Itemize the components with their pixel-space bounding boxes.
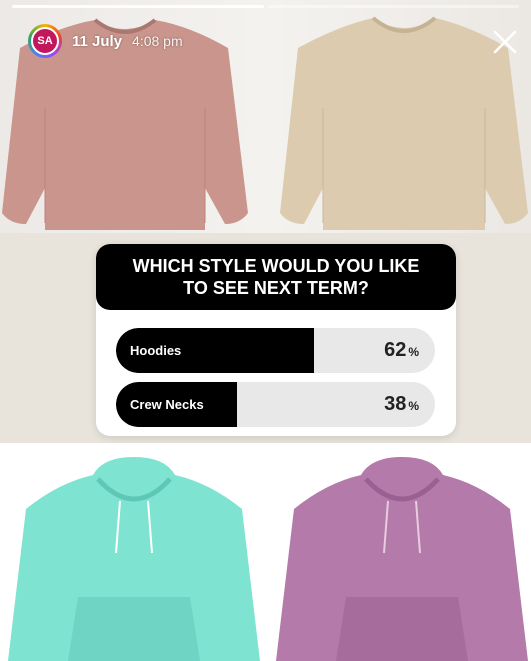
avatar-initials: SA: [37, 35, 53, 47]
poll-option-label: Crew Necks: [130, 397, 204, 412]
mauve-hoodie: [276, 457, 528, 661]
story-header: SA 11 July 4:08 pm: [28, 24, 183, 58]
poll-question: WHICH STYLE WOULD YOU LIKE TO SEE NEXT T…: [96, 244, 456, 310]
poll-option-hoodies[interactable]: Hoodies 62%: [116, 328, 435, 373]
story-progress-bar: [12, 5, 519, 8]
avatar-inner: SA: [31, 27, 59, 55]
poll-sticker: WHICH STYLE WOULD YOU LIKE TO SEE NEXT T…: [96, 244, 456, 436]
progress-segment: [267, 5, 519, 8]
poll-option-percent: 38%: [384, 393, 419, 415]
story-view: SA 11 July 4:08 pm WHICH STYLE WOULD YOU…: [0, 0, 531, 661]
story-time: 4:08 pm: [132, 33, 183, 49]
product-panel-bottom: [0, 443, 531, 661]
story-date: 11 July: [72, 32, 123, 50]
poll-option-crew-necks[interactable]: Crew Necks 38%: [116, 382, 435, 427]
close-icon[interactable]: [489, 26, 521, 58]
poll-option-label: Hoodies: [130, 343, 182, 358]
progress-segment-active: [12, 5, 264, 8]
mint-hoodie: [8, 457, 260, 661]
profile-avatar[interactable]: SA: [28, 24, 62, 58]
poll-option-percent: 62%: [384, 339, 419, 361]
